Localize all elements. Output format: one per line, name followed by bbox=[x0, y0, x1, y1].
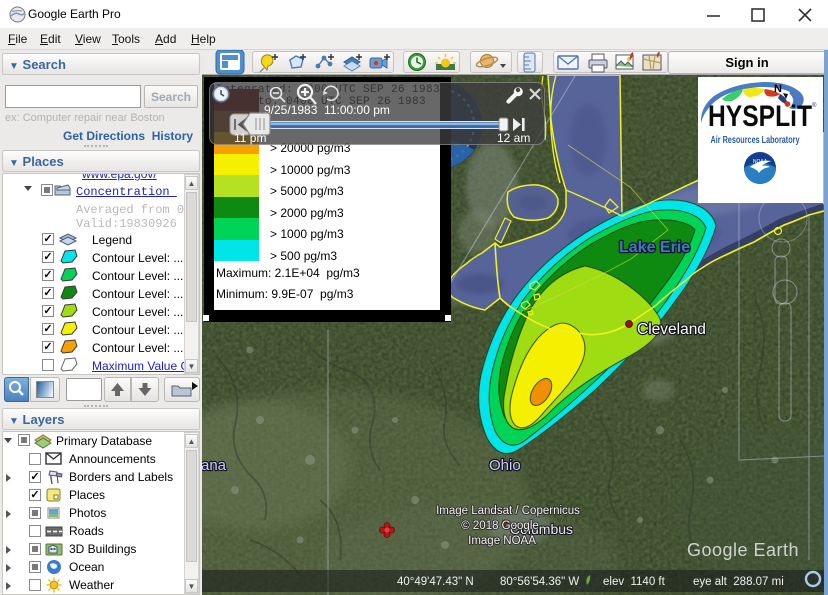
svg-text:HYSPLiT: HYSPLiT bbox=[708, 100, 812, 133]
svg-text:40°49'47.43" N: 40°49'47.43" N bbox=[397, 576, 474, 588]
svg-text:80°56'54.36" W: 80°56'54.36" W bbox=[500, 576, 579, 588]
svg-text:Air Resources Laboratory: Air Resources Laboratory bbox=[711, 134, 800, 146]
svg-text:9/25/1983 11:00:00 pm: 9/25/1983 11:00:00 pm bbox=[264, 103, 390, 117]
svg-text:Google Earth: Google Earth bbox=[687, 540, 799, 560]
svg-text:Lake Erie: Lake Erie bbox=[619, 239, 690, 256]
svg-text:Cleveland: Cleveland bbox=[637, 321, 706, 338]
svg-text:NOAA: NOAA bbox=[753, 159, 768, 165]
svg-text:N: N bbox=[774, 83, 782, 95]
svg-text:ana: ana bbox=[202, 457, 227, 474]
svg-text:Image NOAA: Image NOAA bbox=[468, 535, 536, 547]
svg-text:Image Landsat / Copernicus: Image Landsat / Copernicus bbox=[436, 505, 580, 517]
svg-text:®: ® bbox=[812, 102, 817, 109]
svg-text:elev 1140 ft: elev 1140 ft bbox=[603, 576, 666, 588]
svg-text:11 pm: 11 pm bbox=[234, 131, 266, 145]
svg-text:© 2018 Google: © 2018 Google bbox=[461, 520, 539, 532]
svg-text:12 am: 12 am bbox=[497, 131, 530, 145]
svg-text:Ohio: Ohio bbox=[489, 457, 521, 474]
svg-text:eye alt 288.07 mi: eye alt 288.07 mi bbox=[693, 576, 784, 588]
